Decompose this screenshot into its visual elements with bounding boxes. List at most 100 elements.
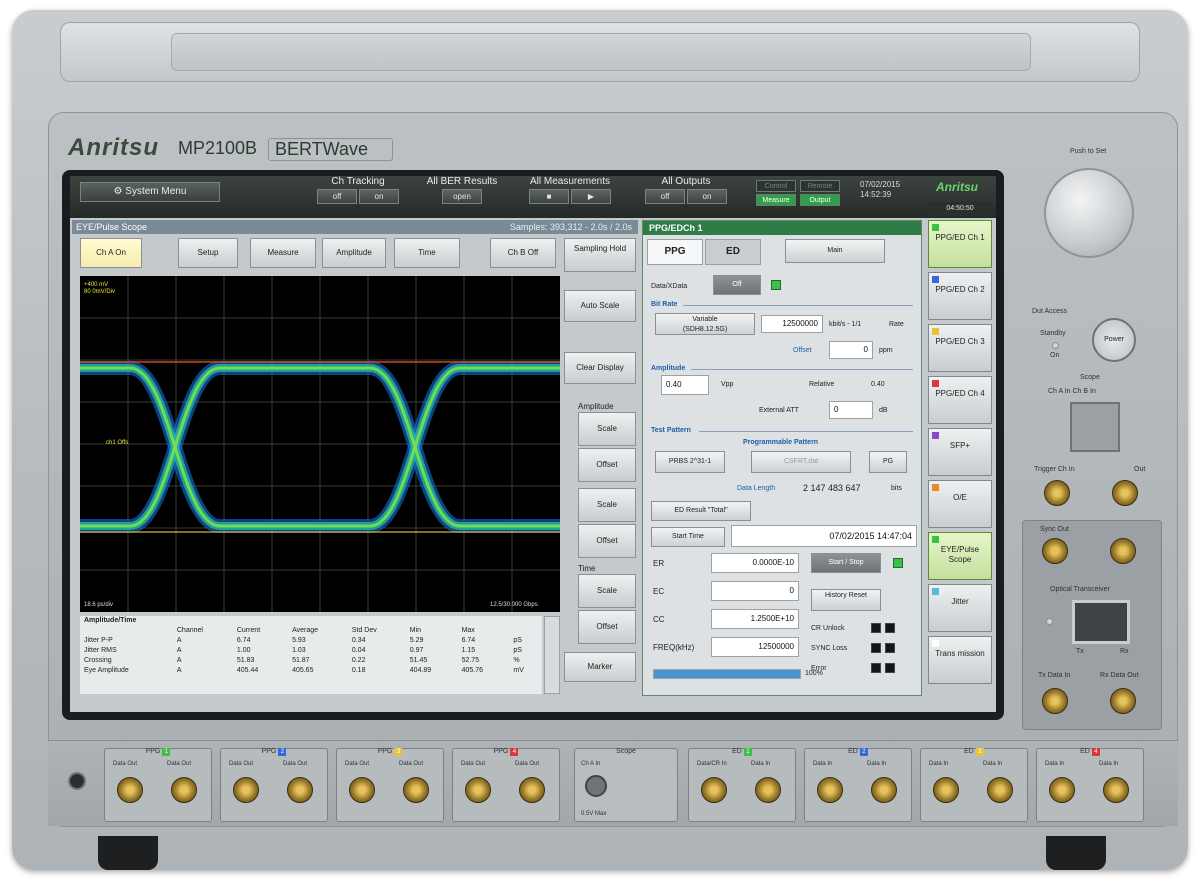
port-b-connector[interactable] <box>519 777 545 803</box>
port-a-connector[interactable] <box>933 777 959 803</box>
start-stop-button[interactable]: Start / Stop <box>811 553 881 573</box>
cell: A <box>176 656 182 664</box>
offset-field[interactable]: 0 <box>829 341 873 359</box>
external-att-field[interactable]: 0 <box>829 401 873 419</box>
all-outputs-on-button[interactable]: on <box>687 189 727 204</box>
sfp-cage[interactable] <box>1072 600 1130 644</box>
tx-data-connector[interactable] <box>1042 688 1068 714</box>
port-a-connector[interactable] <box>465 777 491 803</box>
time-offset-button[interactable]: Offset <box>578 610 636 644</box>
all-ber-open-button[interactable]: open <box>442 189 482 204</box>
port-b-connector[interactable] <box>403 777 429 803</box>
history-reset-button[interactable]: History Reset <box>811 589 881 611</box>
port-a-connector[interactable] <box>117 777 143 803</box>
port-a-connector[interactable] <box>1049 777 1075 803</box>
amplitude-offset-button[interactable]: Offset <box>578 448 636 482</box>
nav-eye-pulse-scope[interactable]: EYE/Pulse Scope <box>928 532 992 580</box>
er-label: ER <box>653 559 665 568</box>
nav-sfp[interactable]: SFP+ <box>928 428 992 476</box>
transceiver-led <box>1046 618 1053 625</box>
nav-transmission[interactable]: Trans mission <box>928 636 992 684</box>
nav-jitter[interactable]: Jitter <box>928 584 992 632</box>
screen-logo: Anritsu <box>936 180 978 194</box>
sampling-hold-button[interactable]: Sampling Hold <box>564 238 636 272</box>
time-tab[interactable]: Time <box>394 238 460 268</box>
tab-ppg[interactable]: PPG <box>647 239 703 265</box>
data-xdata-button[interactable]: Off <box>713 275 761 295</box>
nav-ppg-ed-ch2[interactable]: PPG/ED Ch 2 <box>928 272 992 320</box>
pattern-file-button[interactable]: CSFRT.dat <box>751 451 851 473</box>
reference-label: ch1 Offs <box>106 440 128 446</box>
ppg-module-1: PPG 1 Data Out Data Out <box>104 748 212 822</box>
time-scale-button[interactable]: Scale <box>578 574 636 608</box>
prbs-button[interactable]: PRBS 2^31-1 <box>655 451 725 473</box>
control-lamp: Control <box>756 180 796 192</box>
port-a-label: Data In <box>929 761 949 767</box>
bit-rate-field[interactable]: 12500000 <box>761 315 823 333</box>
rotary-knob[interactable] <box>1044 168 1134 258</box>
rx-label: Rx <box>1120 648 1129 655</box>
port-b-connector[interactable] <box>1103 777 1129 803</box>
port-b-label: Data In <box>751 761 771 767</box>
cell: 0.97 <box>409 646 424 654</box>
measurement-progress-bar <box>653 669 801 679</box>
amplitude-field[interactable]: 0.40 <box>661 375 709 395</box>
ch-tracking-off-button[interactable]: off <box>317 189 357 204</box>
nav-ppg-ed-ch3[interactable]: PPG/ED Ch 3 <box>928 324 992 372</box>
port-b-connector[interactable] <box>171 777 197 803</box>
power-button[interactable]: Power <box>1092 318 1136 362</box>
scope-input-connector[interactable] <box>1070 402 1120 452</box>
scope-module-label: Scope <box>616 748 636 755</box>
port-a-connector[interactable] <box>817 777 843 803</box>
ch-a-on-button[interactable]: Ch A On <box>80 238 142 268</box>
elapsed-time: 04:50:50 <box>928 202 992 216</box>
amplitude-offset-b-button[interactable]: Offset <box>578 524 636 558</box>
port-a-connector[interactable] <box>701 777 727 803</box>
trigger-connector[interactable] <box>1044 480 1070 506</box>
nav-ppg-ed-ch1[interactable]: PPG/ED Ch 1 <box>928 220 992 268</box>
measure-tab[interactable]: Measure <box>250 238 316 268</box>
all-measurements-start-button[interactable]: ▶ <box>571 189 611 204</box>
sync-loss-indicator <box>871 643 881 653</box>
nav-ppg-ed-ch4[interactable]: PPG/ED Ch 4 <box>928 376 992 424</box>
all-outputs-off-button[interactable]: off <box>645 189 685 204</box>
amplitude-scale-button[interactable]: Scale <box>578 412 636 446</box>
table-row: Eye Amplitude A 405.44 405.65 0.18 404.89 405.… <box>80 665 542 675</box>
variable-button[interactable]: Variable (SDH8.12.5G) <box>655 313 755 335</box>
port-a-connector[interactable] <box>233 777 259 803</box>
port-b-connector[interactable] <box>987 777 1013 803</box>
system-menu-button[interactable]: ⚙ System Menu <box>80 182 220 202</box>
headphone-jack[interactable] <box>68 772 86 790</box>
marker-button[interactable]: Marker <box>564 652 636 682</box>
module-label: ED 4 <box>1037 748 1143 756</box>
ed-result-button[interactable]: ED Result "Total" <box>651 501 751 521</box>
port-b-connector[interactable] <box>287 777 313 803</box>
auto-scale-button[interactable]: Auto Scale <box>564 290 636 322</box>
setup-tab[interactable]: Setup <box>178 238 238 268</box>
scope-ch-a-connector[interactable] <box>585 775 607 797</box>
port-b-connector[interactable] <box>755 777 781 803</box>
all-measurements-stop-button[interactable]: ■ <box>529 189 569 204</box>
tab-ed[interactable]: ED <box>705 239 761 265</box>
sync-out-connector-2[interactable] <box>1110 538 1136 564</box>
sync-out-connector-1[interactable] <box>1042 538 1068 564</box>
ch-tracking-on-button[interactable]: on <box>359 189 399 204</box>
port-a-connector[interactable] <box>349 777 375 803</box>
relative-label: Relative <box>809 381 835 388</box>
clear-display-button[interactable]: Clear Display <box>564 352 636 384</box>
start-time-button[interactable]: Start Time <box>651 527 725 547</box>
main-button[interactable]: Main <box>785 239 885 263</box>
amplitude-scale-b-button[interactable]: Scale <box>578 488 636 522</box>
pg-button[interactable]: PG <box>869 451 907 473</box>
ch-b-off-button[interactable]: Ch B Off <box>490 238 556 268</box>
nav-oe[interactable]: O/E <box>928 480 992 528</box>
all-ber-results-group: All BER Results open <box>422 176 502 204</box>
rx-data-connector[interactable] <box>1110 688 1136 714</box>
port-b-connector[interactable] <box>871 777 897 803</box>
sync-loss-label: SYNC Loss <box>811 645 848 652</box>
amplitude-tab[interactable]: Amplitude <box>322 238 386 268</box>
cell: pS <box>513 646 522 654</box>
table-scrollbar[interactable] <box>544 616 560 694</box>
out-connector[interactable] <box>1112 480 1138 506</box>
eye-diagram-plot[interactable]: +400 mV 80 0mV/Div 18.6 ps/div 12.5/30.00… <box>80 276 560 612</box>
